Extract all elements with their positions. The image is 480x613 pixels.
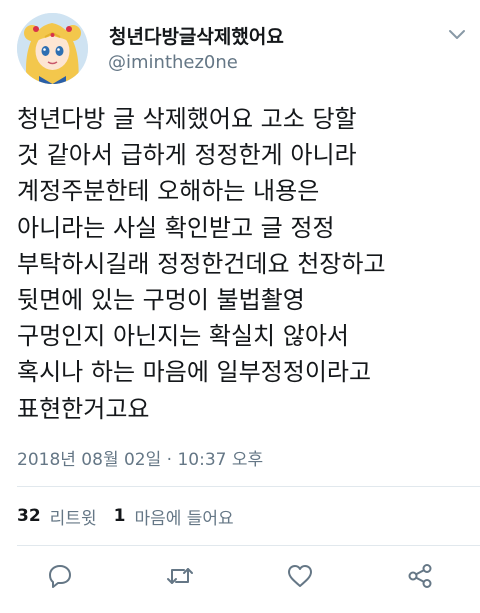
retweet-icon [167,568,193,584]
retweet-count: 32 [17,506,41,526]
sailor-moon-avatar-icon [17,13,88,84]
retweet-label: 리트윗 [49,508,97,529]
share-button[interactable] [400,556,440,596]
avatar[interactable] [17,13,88,84]
share-icon [408,564,432,588]
tweet-stats: 32 리트윗 1 마음에 들어요 [17,503,251,529]
like-button[interactable] [280,556,320,596]
like-count: 1 [113,506,126,526]
divider [17,545,480,546]
heart-icon [288,565,312,587]
reply-icon [49,565,71,588]
chevron-down-icon[interactable] [448,26,466,39]
tweet-timestamp[interactable]: 2018년 08월 02일 · 10:37 오후 [17,445,263,470]
retweet-stat[interactable]: 32 리트윗 [17,504,97,529]
display-name[interactable]: 청년다방글삭제했어요 [109,22,284,49]
divider [17,486,480,487]
tweet-header: 청년다방글삭제했어요 @iminthez0ne [0,0,480,90]
tweet-text: 청년다방 글 삭제했어요 고소 당할 것 같아서 급하게 정정한게 아니라 계정… [17,105,386,423]
like-stat[interactable]: 1 마음에 들어요 [114,504,234,529]
like-label: 마음에 들어요 [134,508,234,529]
retweet-button[interactable] [160,556,200,596]
user-handle[interactable]: @iminthez0ne [108,52,238,73]
action-bar [0,556,480,596]
reply-button[interactable] [40,556,80,596]
